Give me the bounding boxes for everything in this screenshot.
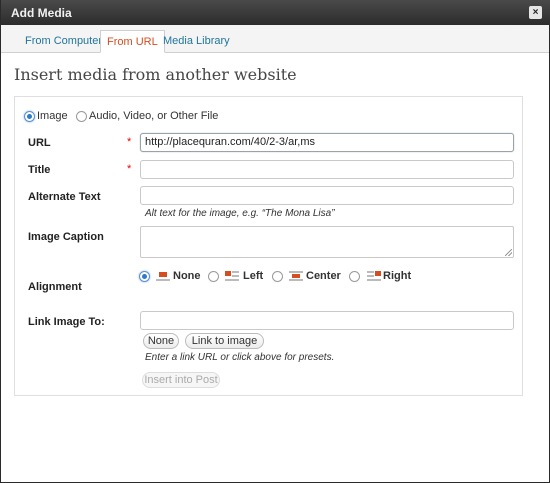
link-label: Link Image To: — [28, 316, 105, 328]
title-required-mark: * — [127, 163, 132, 175]
dialog-title: Add Media — [11, 6, 72, 20]
alignment-label: Alignment — [28, 281, 82, 293]
media-tabs: From Computer From URL Media Library — [1, 25, 549, 53]
align-left-icon — [225, 271, 239, 281]
url-label: URL — [28, 137, 51, 149]
radio-other-file-label[interactable]: Audio, Video, or Other File — [89, 110, 218, 122]
radio-align-left[interactable] — [208, 271, 219, 282]
insert-into-post-button[interactable]: Insert into Post — [142, 372, 220, 388]
title-input[interactable] — [140, 160, 514, 179]
align-center-icon — [289, 271, 303, 281]
link-url-input[interactable] — [140, 311, 514, 330]
caption-textarea[interactable] — [140, 226, 514, 258]
link-to-image-button[interactable]: Link to image — [185, 333, 264, 349]
page-title: Insert media from another website — [14, 65, 297, 84]
url-required-mark: * — [127, 136, 132, 148]
align-none-icon — [156, 271, 170, 281]
alt-text-label: Alternate Text — [28, 191, 101, 203]
link-none-button[interactable]: None — [143, 333, 179, 349]
radio-image[interactable] — [24, 111, 35, 122]
title-label: Title — [28, 164, 51, 176]
tab-media-library[interactable]: Media Library — [157, 30, 236, 53]
radio-image-label[interactable]: Image — [37, 110, 68, 122]
radio-align-center[interactable] — [272, 271, 283, 282]
tab-from-url[interactable]: From URL — [100, 30, 165, 53]
link-help: Enter a link URL or click above for pres… — [145, 352, 335, 363]
close-icon[interactable]: × — [529, 6, 542, 19]
align-left-label[interactable]: Left — [243, 270, 263, 282]
insert-from-url-form: Image Audio, Video, or Other File URL * … — [14, 96, 523, 396]
radio-other-file[interactable] — [76, 111, 87, 122]
alt-text-input[interactable] — [140, 186, 514, 205]
align-center-label[interactable]: Center — [306, 270, 341, 282]
tab-from-computer[interactable]: From Computer — [19, 30, 108, 53]
radio-align-none[interactable] — [139, 271, 150, 282]
radio-align-right[interactable] — [349, 271, 360, 282]
caption-label: Image Caption — [28, 231, 104, 243]
align-none-label[interactable]: None — [173, 270, 201, 282]
url-input[interactable]: http://placequran.com/40/2-3/ar,ms — [140, 133, 514, 152]
resize-grip-icon[interactable] — [505, 249, 512, 256]
align-right-label[interactable]: Right — [383, 270, 411, 282]
add-media-dialog: Add Media × From Computer From URL Media… — [0, 0, 550, 483]
alt-text-help: Alt text for the image, e.g. “The Mona L… — [145, 208, 335, 219]
align-right-icon — [367, 271, 381, 281]
dialog-titlebar: Add Media × — [1, 0, 550, 25]
